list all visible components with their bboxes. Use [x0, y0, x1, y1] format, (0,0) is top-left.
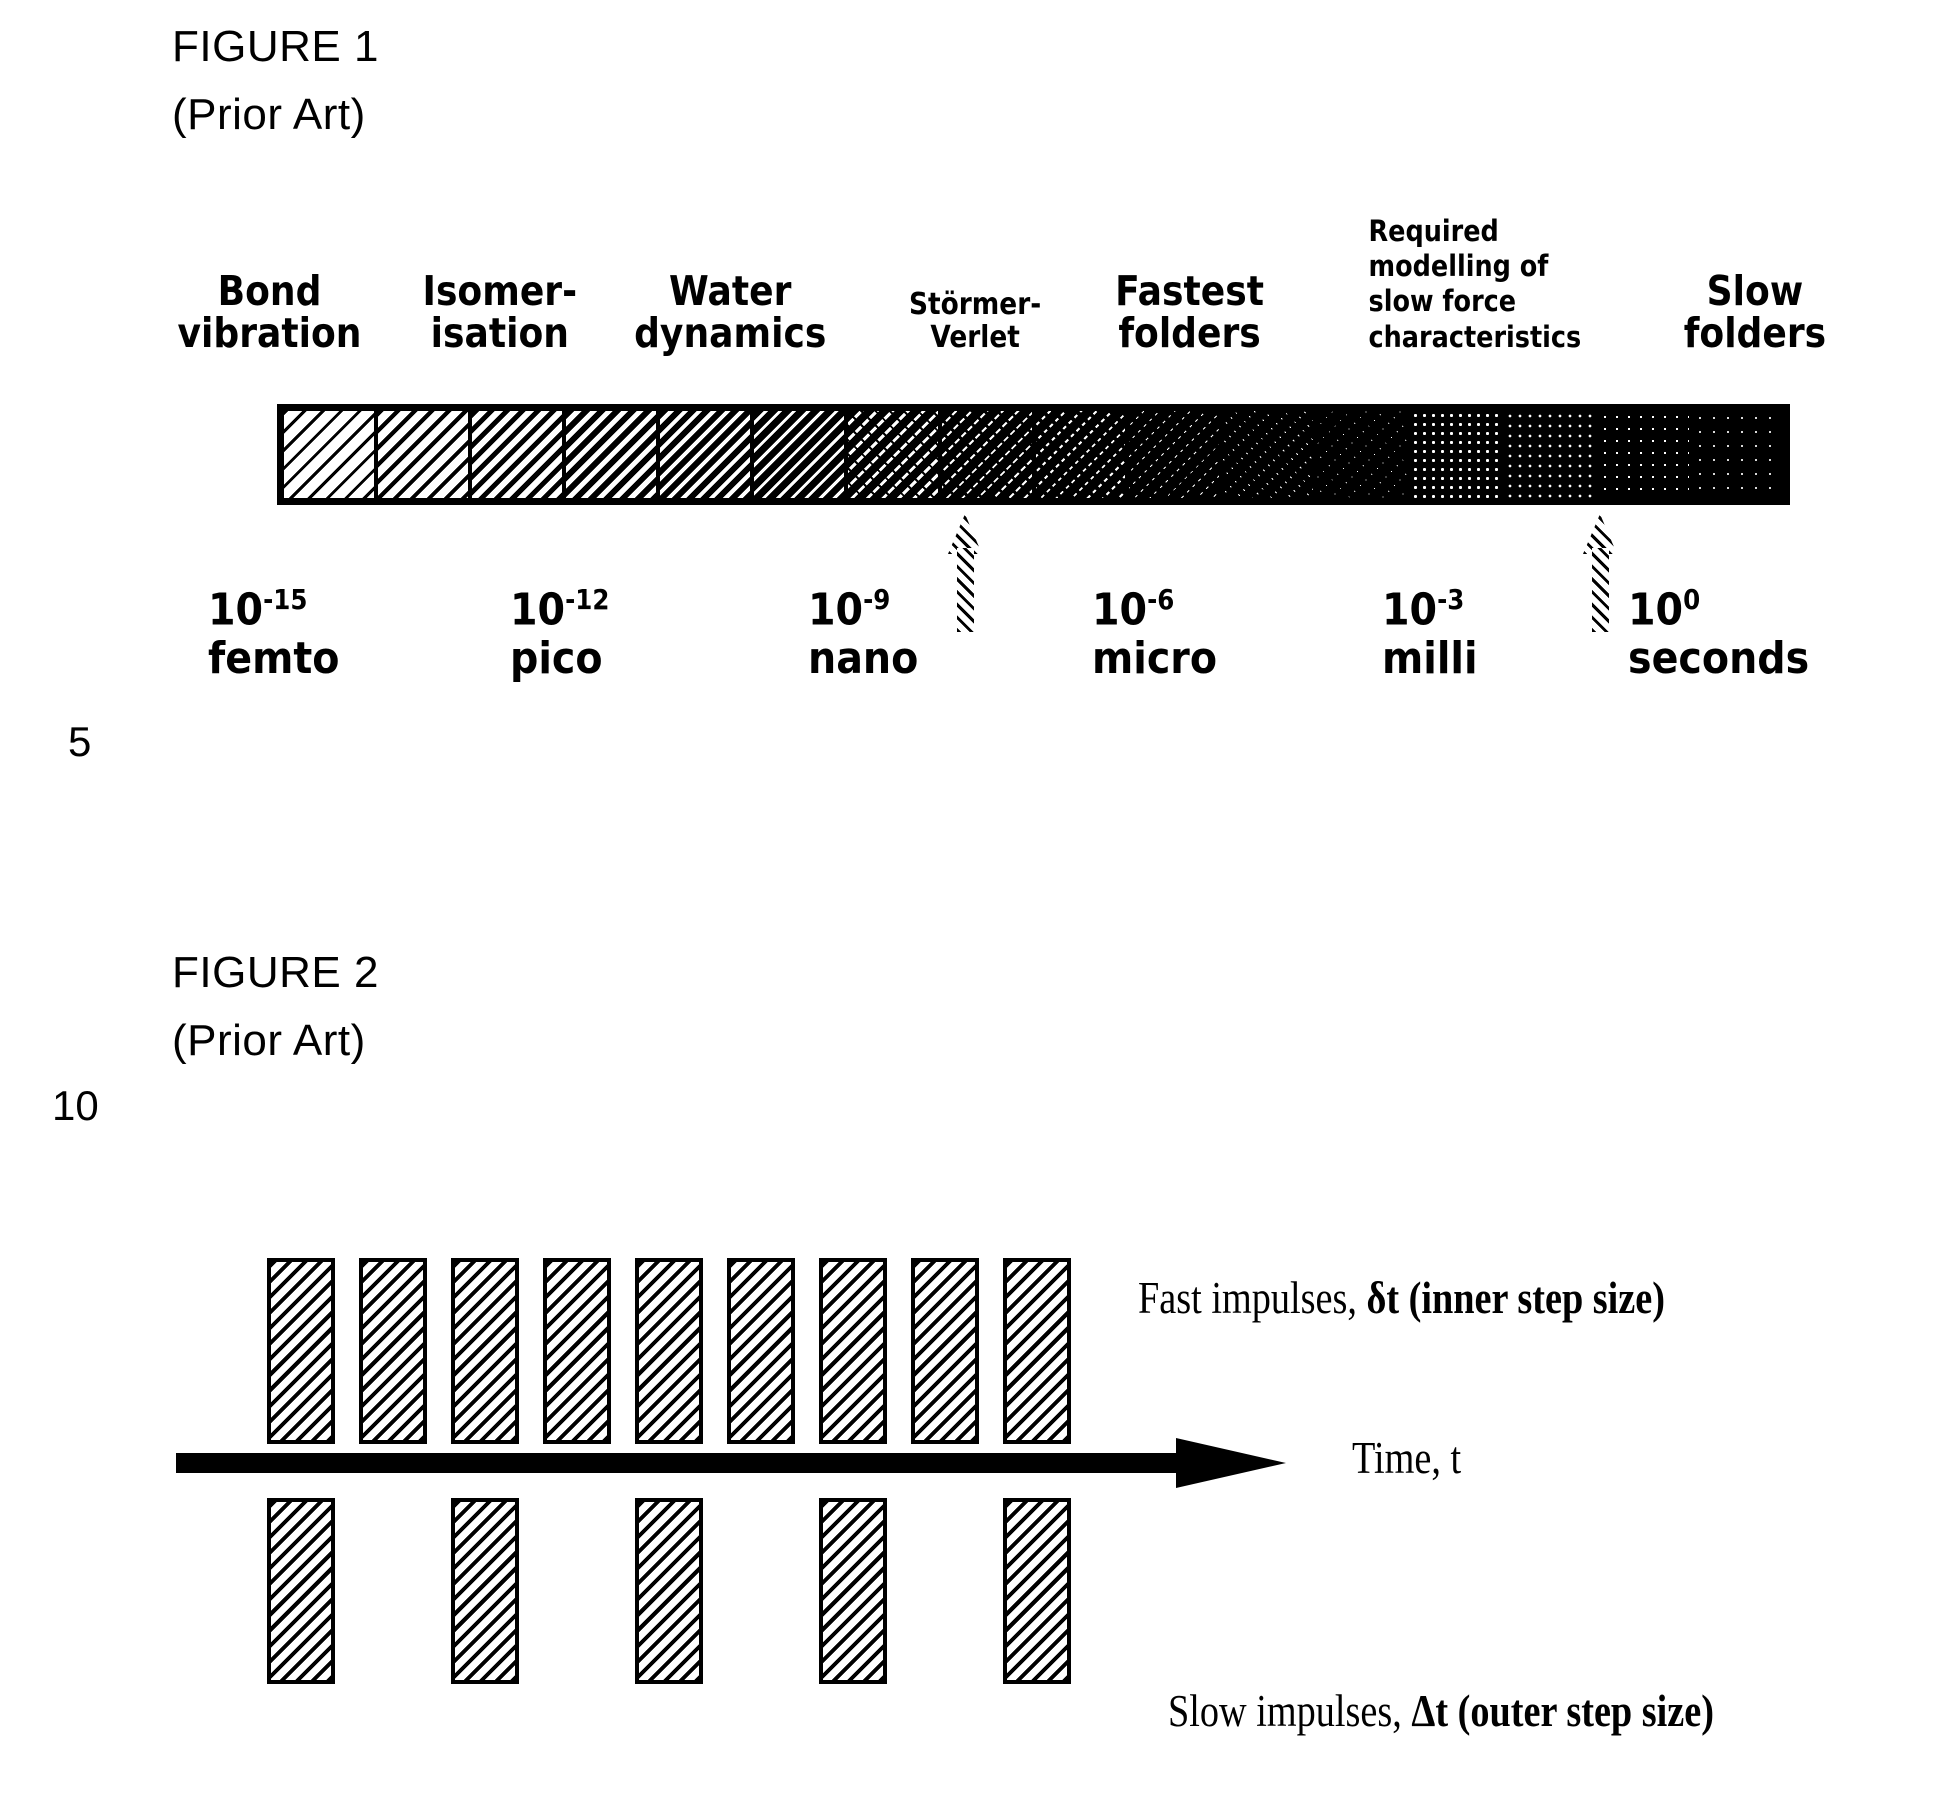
stormer-verlet-marker-arrow-icon: [948, 514, 982, 632]
scale-mantissa: 10: [1628, 584, 1684, 636]
timescale-segment: [843, 411, 938, 498]
timeline-label-slow-folders: Slow folders: [1640, 250, 1870, 355]
timescale-segment: [1689, 411, 1783, 498]
arrow-shaft: [957, 548, 974, 632]
time-axis-arrow-icon: [176, 1438, 1286, 1488]
scale-mantissa: 10: [1382, 584, 1438, 636]
arrow-shaft: [1592, 548, 1609, 632]
axis-line: [176, 1453, 1196, 1473]
timescale-segment: [1501, 411, 1596, 498]
line-number-5: 5: [68, 718, 92, 765]
timeline-label-text: Water dynamics: [633, 266, 827, 358]
scale-tick-pico: 10-12 pico: [510, 584, 610, 685]
scale-tick-nano: 10-9 nano: [808, 584, 919, 685]
timescale-segment: [1313, 411, 1408, 498]
figure-1-title: FIGURE 1: [172, 22, 379, 71]
slow-impulses-label: Slow impulses, Δt (outer step size): [1168, 1685, 1714, 1737]
scale-exponent: 0: [1683, 585, 1701, 616]
scale-mantissa: 10: [208, 584, 264, 636]
scale-unit: nano: [808, 633, 919, 685]
timeline-label-bond-vibration: Bond vibration: [150, 250, 390, 355]
timeline-label-water-dynamics: Water dynamics: [605, 250, 855, 355]
slow-impulse-bar: [1003, 1498, 1071, 1684]
fast-impulse-bar: [543, 1258, 611, 1444]
scale-exponent: -3: [1437, 585, 1465, 616]
scale-mantissa: 10: [1092, 584, 1148, 636]
fast-impulses-label: Fast impulses, δt (inner step size): [1138, 1272, 1665, 1324]
fast-impulse-bar: [819, 1258, 887, 1444]
scale-unit: pico: [510, 633, 603, 685]
fast-impulse-bar: [635, 1258, 703, 1444]
time-axis-label: Time, t: [1352, 1433, 1462, 1483]
timescale-segment: [1595, 411, 1690, 498]
timescale-segment: [1031, 411, 1126, 498]
scale-exponent: -12: [565, 585, 610, 616]
scale-unit: seconds: [1628, 633, 1810, 685]
scale-unit: milli: [1382, 633, 1478, 685]
scale-tick-milli: 10-3 milli: [1382, 584, 1478, 685]
timescale-segment: [467, 411, 562, 498]
fast-impulse-bar: [267, 1258, 335, 1444]
timescale-segment: [749, 411, 844, 498]
slow-force-marker-arrow-icon: [1583, 514, 1617, 632]
timescale-segment: [1407, 411, 1502, 498]
timescale-segment: [284, 411, 374, 498]
scale-unit: micro: [1092, 633, 1218, 685]
fast-impulses-label-bold: δt (inner step size): [1366, 1273, 1665, 1323]
scale-tick-micro: 10-6 micro: [1092, 584, 1218, 685]
timeline-label-text: Fastest folders: [1115, 266, 1265, 358]
timeline-label-fastest-folders: Fastest folders: [1070, 250, 1310, 355]
scale-exponent: -9: [863, 585, 891, 616]
timescale-segment: [937, 411, 1032, 498]
timeline-label-stormer-verlet: Störmer- Verlet: [870, 262, 1080, 355]
timescale-segment: [1125, 411, 1220, 498]
slow-impulse-bar: [819, 1498, 887, 1684]
slow-impulses-label-bold: Δt (outer step size): [1411, 1686, 1714, 1736]
timescale-segment: [1219, 411, 1314, 498]
fast-impulse-bar: [727, 1258, 795, 1444]
scale-tick-femto: 10-15 femto: [208, 584, 340, 685]
scale-exponent: -6: [1147, 585, 1175, 616]
scale-tick-seconds: 100 seconds: [1628, 584, 1810, 685]
figure-2-title: FIGURE 2: [172, 948, 379, 997]
timescale-segment: [561, 411, 656, 498]
slow-impulse-bar: [267, 1498, 335, 1684]
scale-unit: femto: [208, 633, 340, 685]
slow-impulses-label-plain: Slow impulses,: [1168, 1686, 1412, 1736]
fast-impulse-bar: [359, 1258, 427, 1444]
fast-impulse-bar: [911, 1258, 979, 1444]
scale-mantissa: 10: [808, 584, 864, 636]
scale-mantissa: 10: [510, 584, 566, 636]
timescale-gradient-bar: [277, 404, 1790, 505]
fast-impulse-bar: [1003, 1258, 1071, 1444]
timeline-label-text: Required modelling of slow force charact…: [1368, 213, 1582, 354]
line-number-10: 10: [52, 1082, 99, 1129]
figure-2-subtitle: (Prior Art): [172, 1016, 366, 1065]
timeline-label-text: Störmer- Verlet: [908, 286, 1042, 356]
timescale-segment: [373, 411, 468, 498]
timeline-label-text: Isomer- isation: [422, 266, 577, 358]
timescale-segment: [655, 411, 750, 498]
slow-impulse-bar: [451, 1498, 519, 1684]
fast-impulses-label-plain: Fast impulses,: [1138, 1273, 1367, 1323]
timeline-label-text: Slow folders: [1683, 266, 1827, 358]
axis-arrow-head: [1176, 1438, 1286, 1488]
figure-1-subtitle: (Prior Art): [172, 90, 366, 139]
slow-impulse-bar: [635, 1498, 703, 1684]
timeline-label-isomerisation: Isomer- isation: [392, 250, 607, 355]
scale-exponent: -15: [263, 585, 308, 616]
timeline-label-required-modelling: Required modelling of slow force charact…: [1325, 185, 1625, 355]
timeline-label-text: Bond vibration: [178, 266, 362, 358]
fast-impulse-bar: [451, 1258, 519, 1444]
